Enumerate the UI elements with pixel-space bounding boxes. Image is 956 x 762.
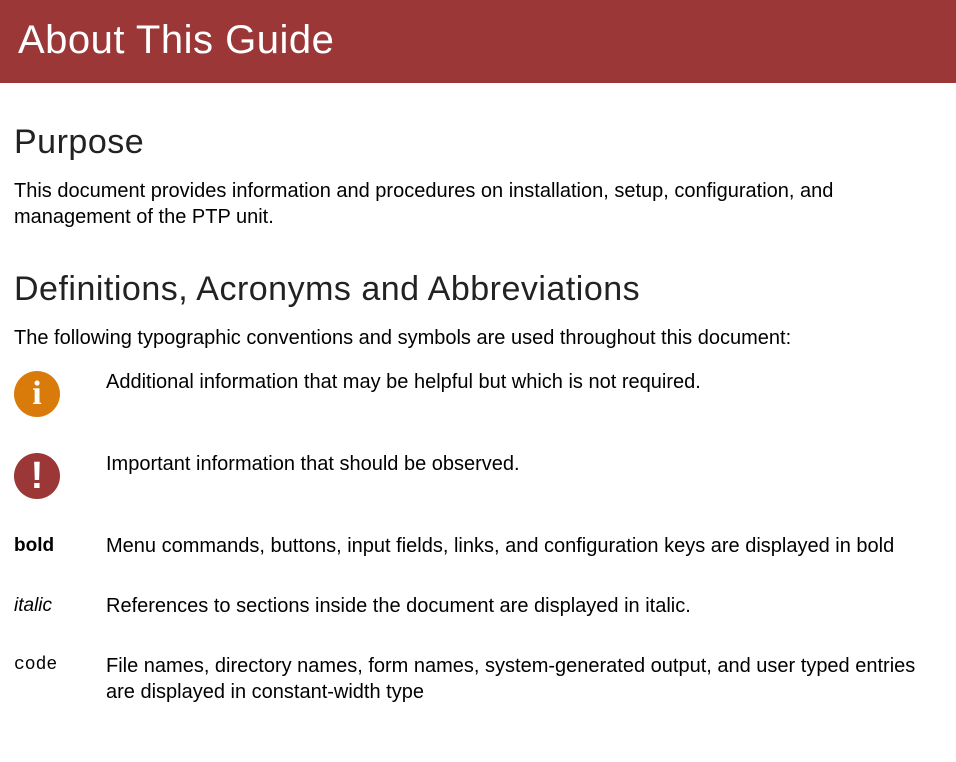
code-label: code [14, 653, 106, 675]
convention-row: code File names, directory names, form n… [14, 653, 942, 705]
definitions-intro: The following typographic conventions an… [14, 325, 942, 351]
heading-definitions: Definitions, Acronyms and Abbreviations [14, 270, 942, 309]
bold-label: bold [14, 533, 106, 557]
convention-desc: File names, directory names, form names,… [106, 653, 942, 705]
page-banner: About This Guide [0, 0, 956, 83]
info-icon: i [14, 371, 60, 417]
info-icon-cell: i [14, 369, 106, 417]
page-content: Purpose This document provides informati… [0, 123, 956, 705]
convention-row: italic References to sections inside the… [14, 593, 942, 619]
convention-desc: Important information that should be obs… [106, 451, 942, 477]
convention-row: ! Important information that should be o… [14, 451, 942, 499]
conventions-table: i Additional information that may be hel… [14, 369, 942, 705]
important-icon: ! [14, 453, 60, 499]
convention-desc: Menu commands, buttons, input fields, li… [106, 533, 942, 559]
heading-purpose: Purpose [14, 123, 942, 162]
convention-row: bold Menu commands, buttons, input field… [14, 533, 942, 559]
convention-desc: References to sections inside the docume… [106, 593, 942, 619]
convention-desc: Additional information that may be helpf… [106, 369, 942, 395]
purpose-text: This document provides information and p… [14, 178, 942, 230]
page-title: About This Guide [18, 18, 938, 63]
convention-row: i Additional information that may be hel… [14, 369, 942, 417]
important-icon-cell: ! [14, 451, 106, 499]
italic-label: italic [14, 593, 106, 617]
